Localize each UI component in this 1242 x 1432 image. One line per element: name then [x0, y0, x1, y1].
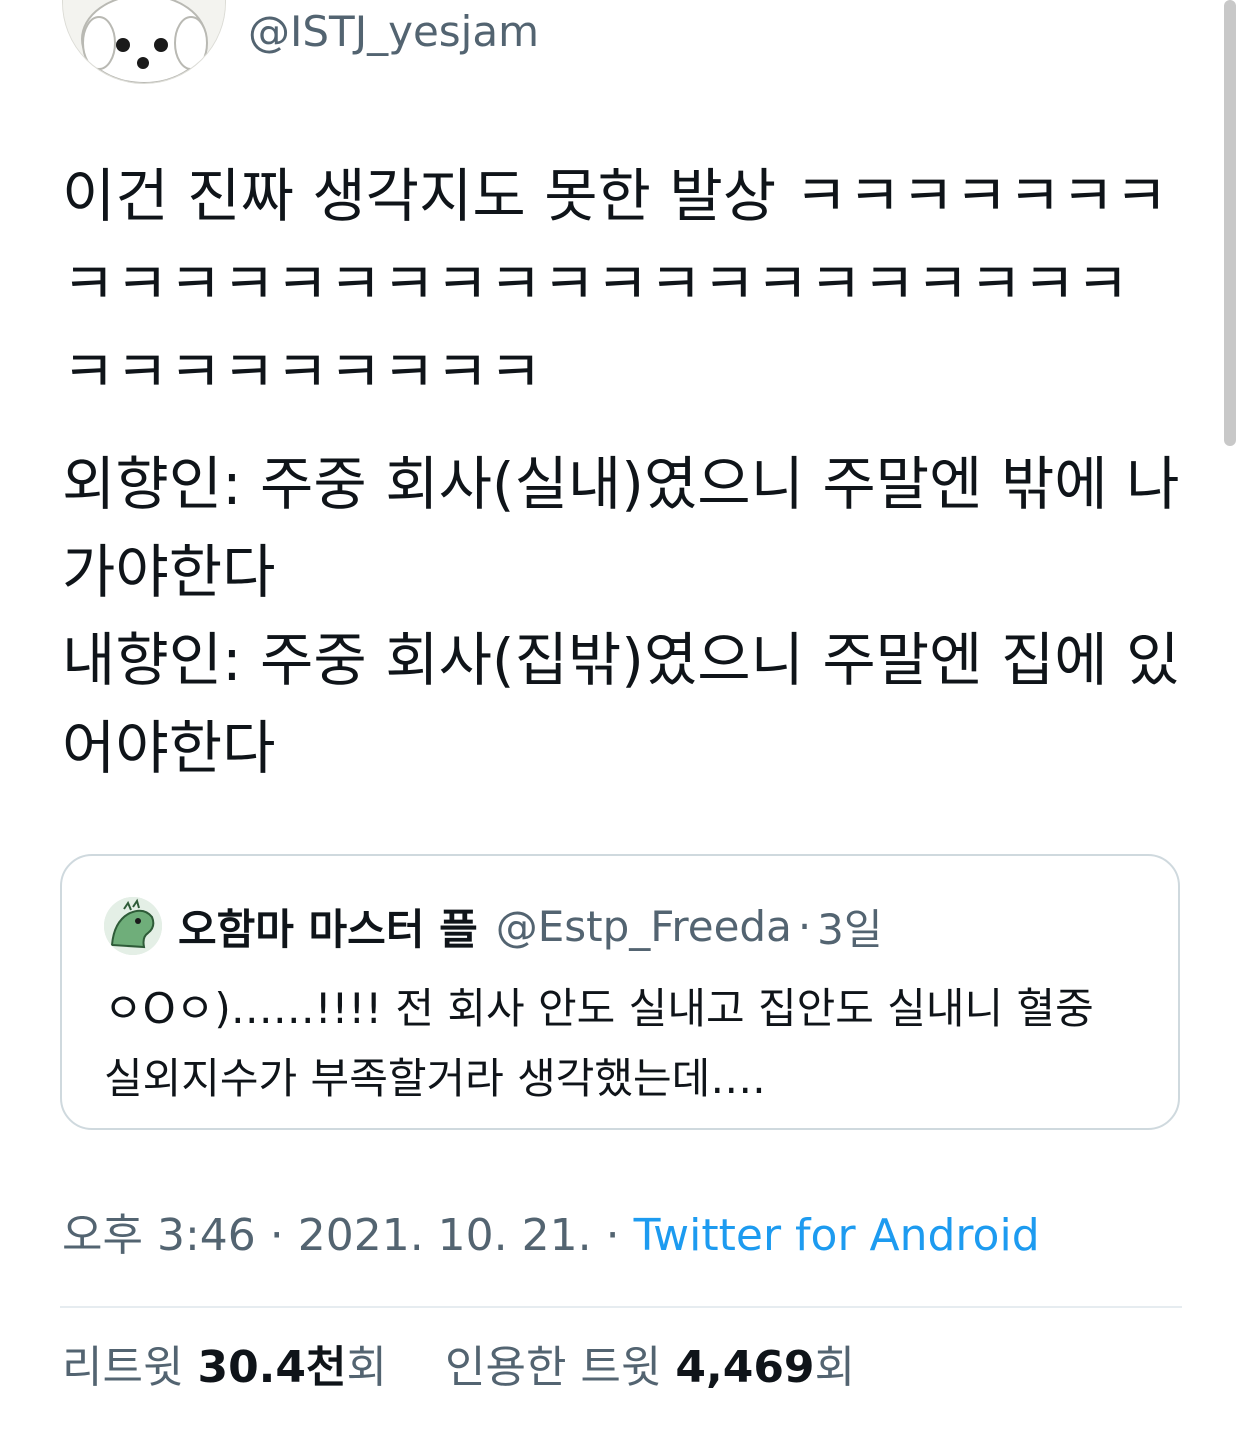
quoted-author-avatar[interactable]: [104, 897, 162, 955]
separator-dot: ·: [797, 901, 812, 951]
tweet-stats: 리트윗 30.4천회 인용한 트윗 4,469회: [62, 1336, 855, 1400]
tweet-source-link[interactable]: Twitter for Android: [634, 1210, 1040, 1261]
quote-tweets-label: 인용한 트윗: [444, 1342, 662, 1393]
quoted-tweet-text: ㅇOㅇ)……!!!! 전 회사 안도 실내고 집안도 실내니 혈중 실외지수가 …: [104, 984, 1094, 1103]
tweet-timestamp[interactable]: 오후 3:46 · 2021. 10. 21. ·: [62, 1210, 620, 1261]
scrollbar-thumb[interactable]: [1224, 0, 1236, 446]
author-handle[interactable]: @ISTJ_yesjam: [248, 6, 539, 58]
tweet-meta: 오후 3:46 · 2021. 10. 21. · Twitter for An…: [62, 1204, 1040, 1268]
green-dinosaur-avatar-icon: [104, 897, 162, 955]
white-dog-avatar-icon: [63, 0, 225, 83]
quoted-author-name[interactable]: 오함마 마스터 플: [178, 896, 478, 957]
quote-tweets-count: 4,469: [675, 1342, 815, 1393]
retweets-label: 리트윗: [62, 1342, 184, 1393]
tweet-body: 이건 진짜 생각지도 못한 발상 ㅋㅋㅋㅋㅋㅋㅋㅋㅋㅋㅋㅋㅋㅋㅋㅋㅋㅋㅋㅋㅋㅋㅋ…: [62, 152, 1182, 792]
quote-tweets-suffix: 회: [814, 1342, 856, 1393]
divider: [60, 1306, 1182, 1308]
quoted-author-handle[interactable]: @Estp_Freeda: [496, 902, 792, 951]
quoted-tweet-card[interactable]: 오함마 마스터 플 @Estp_Freeda · 3일 ㅇOㅇ)……!!!! 전…: [60, 854, 1180, 1130]
quoted-tweet-time[interactable]: 3일: [817, 896, 882, 957]
quote-tweets-stat[interactable]: 인용한 트윗 4,469회: [445, 1342, 855, 1393]
author-avatar[interactable]: [62, 0, 226, 84]
tweet-line: 외향인: 주중 회사(실내)였으니 주말엔 밖에 나가야한다: [62, 450, 1180, 606]
retweets-suffix: 회: [346, 1342, 387, 1393]
tweet-line: 이건 진짜 생각지도 못한 발상 ㅋㅋㅋㅋㅋㅋㅋㅋㅋㅋㅋㅋㅋㅋㅋㅋㅋㅋㅋㅋㅋㅋㅋ…: [62, 162, 1169, 406]
retweets-stat[interactable]: 리트윗 30.4천회: [62, 1342, 401, 1393]
quoted-tweet-header: 오함마 마스터 플 @Estp_Freeda · 3일: [104, 896, 883, 956]
retweets-count: 30.4천: [197, 1342, 347, 1393]
tweet-line: 내향인: 주중 회사(집밖)였으니 주말엔 집에 있어야한다: [62, 626, 1180, 782]
